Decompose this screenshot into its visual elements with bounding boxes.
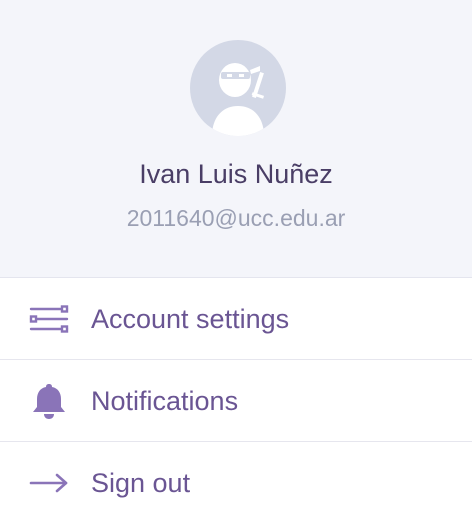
bell-icon [28, 380, 70, 422]
sliders-icon [28, 298, 70, 340]
menu-item-sign-out[interactable]: Sign out [0, 442, 472, 523]
menu-item-account-settings[interactable]: Account settings [0, 278, 472, 360]
menu-label-sign-out: Sign out [91, 467, 191, 498]
profile-header: Ivan Luis Nuñez 2011640@ucc.edu.ar [0, 0, 472, 278]
user-email: 2011640@ucc.edu.ar [126, 205, 346, 231]
avatar [190, 40, 286, 136]
menu-label-notifications: Notifications [91, 385, 239, 416]
ninja-avatar-icon [212, 63, 265, 136]
user-name: Ivan Luis Nuñez [139, 159, 333, 189]
arrow-right-icon [28, 462, 70, 504]
user-menu-panel: Ivan Luis Nuñez 2011640@ucc.edu.ar Accou… [0, 0, 472, 518]
menu-label-account-settings: Account settings [91, 303, 290, 334]
menu-item-notifications[interactable]: Notifications [0, 360, 472, 442]
